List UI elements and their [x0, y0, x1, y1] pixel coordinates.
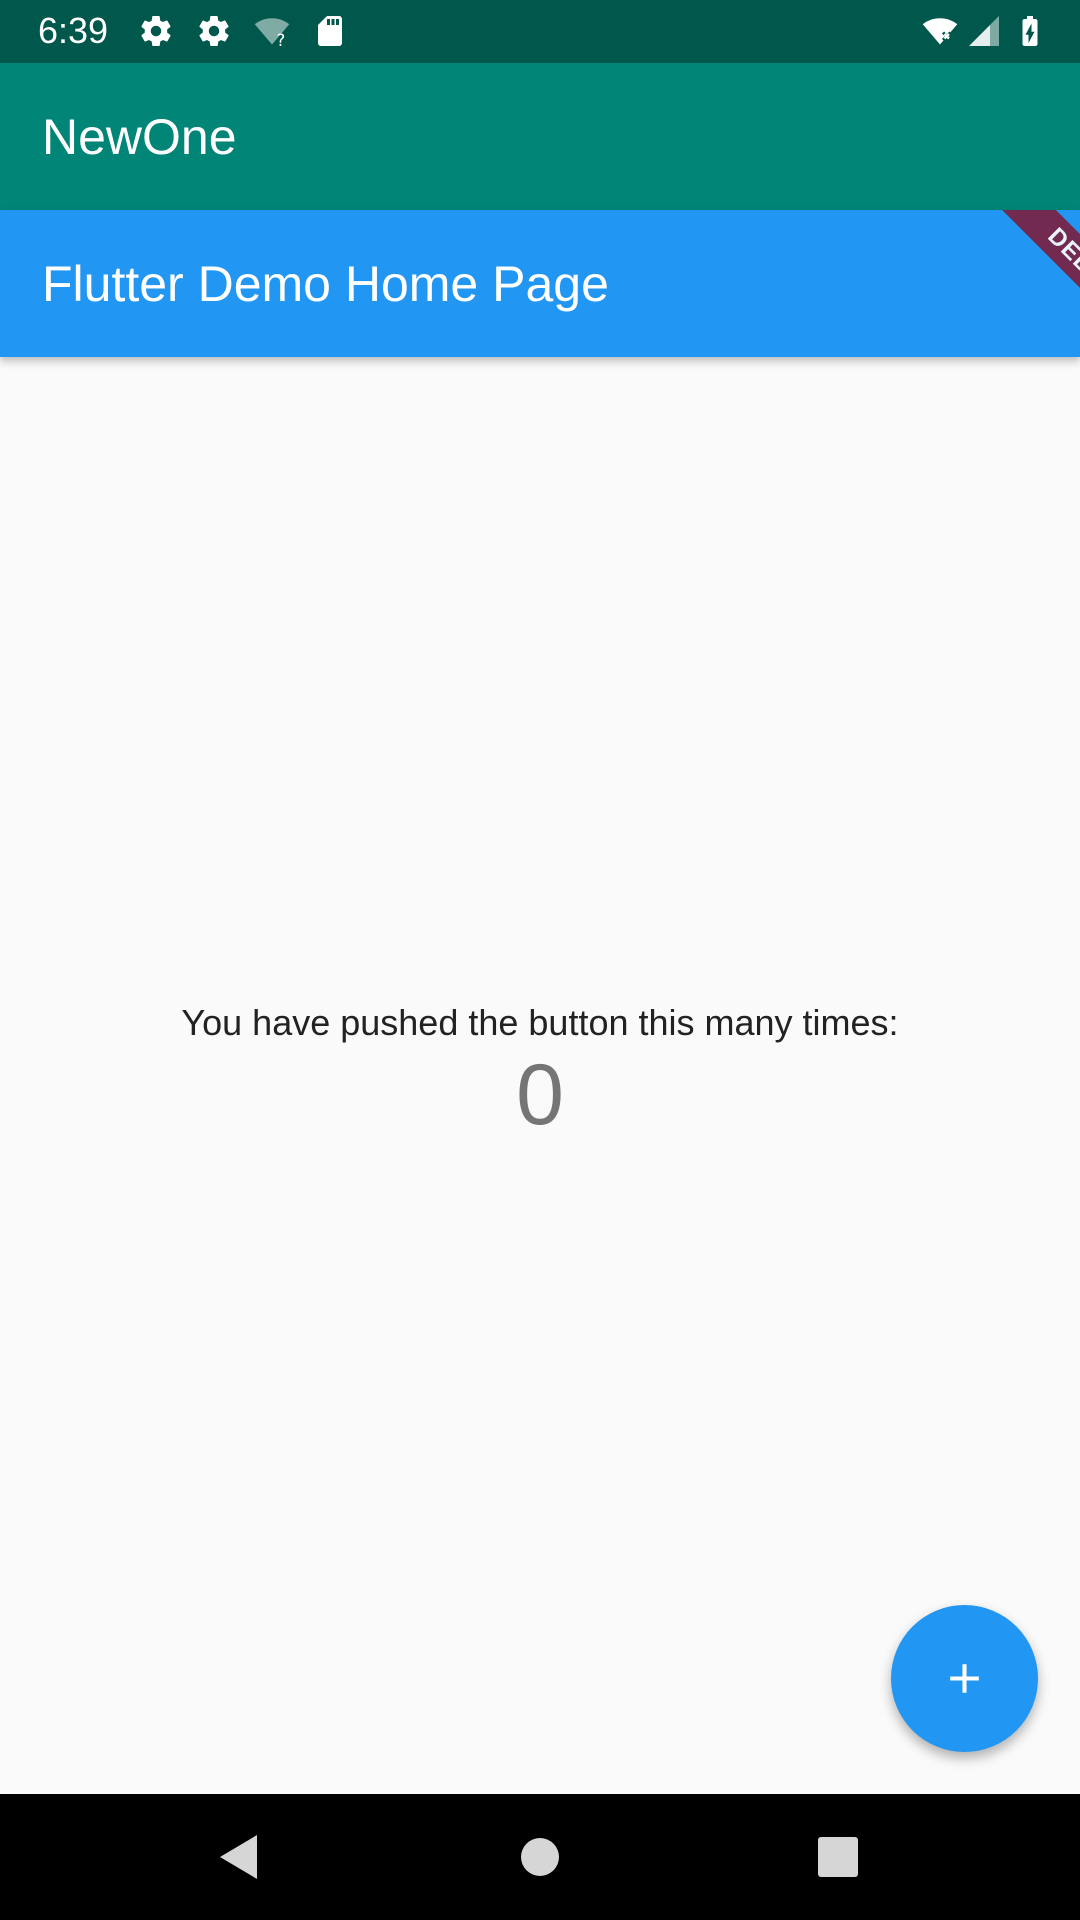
back-icon[interactable] — [210, 1827, 270, 1887]
page-title: Flutter Demo Home Page — [42, 256, 609, 312]
app-bar: NewOne — [0, 63, 1080, 210]
plus-icon — [950, 1664, 979, 1693]
page-app-bar: Flutter Demo Home Page — [0, 210, 1080, 357]
wifi-off-icon — [922, 18, 958, 45]
increment-fab-button[interactable] — [891, 1605, 1038, 1752]
screen: 6:39 ? NewOne Flutter Demo Home Page DEB… — [0, 0, 1080, 1920]
sd-card-icon — [318, 16, 342, 46]
counter-value: 0 — [516, 1047, 564, 1143]
settings-icon — [199, 16, 229, 47]
battery-charging-icon — [1022, 16, 1038, 46]
wifi-unknown-icon: ? — [254, 18, 290, 49]
counter-label: You have pushed the button this many tim… — [181, 1002, 899, 1043]
navigation-bar — [0, 1794, 1080, 1920]
cell-signal-icon — [969, 16, 999, 46]
debug-banner-container: DEBUG — [930, 210, 1080, 360]
debug-banner: DEBUG — [985, 210, 1080, 360]
app-title: NewOne — [42, 109, 237, 165]
status-bar: 6:39 ? — [0, 0, 1080, 63]
recents-icon[interactable] — [808, 1827, 868, 1887]
svg-text:?: ? — [277, 31, 286, 49]
status-time: 6:39 — [38, 10, 109, 51]
settings-icon — [141, 16, 171, 47]
home-icon[interactable] — [510, 1827, 570, 1887]
